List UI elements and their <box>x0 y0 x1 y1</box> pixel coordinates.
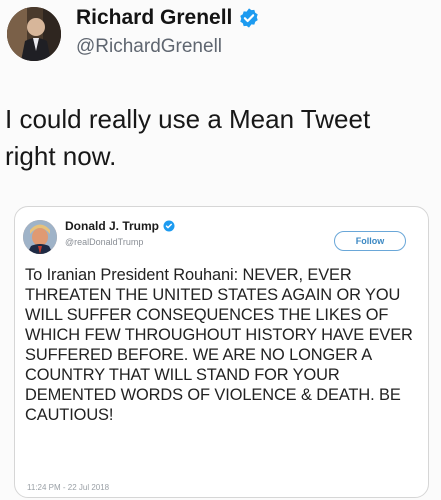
author-name[interactable]: Richard Grenell <box>76 6 232 30</box>
verified-badge-icon <box>240 8 259 28</box>
avatar-photo-icon <box>7 7 61 61</box>
quoted-avatar-photo-icon <box>23 220 57 254</box>
author-name-row: Richard Grenell <box>76 6 260 30</box>
quoted-tweet-timestamp[interactable]: 11:24 PM - 22 Jul 2018 <box>27 483 109 492</box>
tweet-text: I could really use a Mean Tweet right no… <box>5 104 371 171</box>
quoted-avatar[interactable] <box>23 220 57 254</box>
author-handle[interactable]: @RichardGrenell <box>76 36 222 58</box>
avatar[interactable] <box>7 7 61 61</box>
quoted-tweet-card[interactable]: Donald J. Trump @realDonaldTrump Follow … <box>14 206 429 498</box>
quoted-author-handle[interactable]: @realDonaldTrump <box>65 237 143 247</box>
screenshot-frame: Richard Grenell @RichardGrenell I could … <box>0 0 441 500</box>
quoted-verified-badge-icon <box>163 220 175 232</box>
follow-button[interactable]: Follow <box>334 231 406 251</box>
quoted-author-row: Donald J. Trump <box>65 219 175 233</box>
quoted-author-name[interactable]: Donald J. Trump <box>65 219 159 233</box>
quoted-tweet-text: To Iranian President Rouhani: NEVER, EVE… <box>25 266 413 424</box>
